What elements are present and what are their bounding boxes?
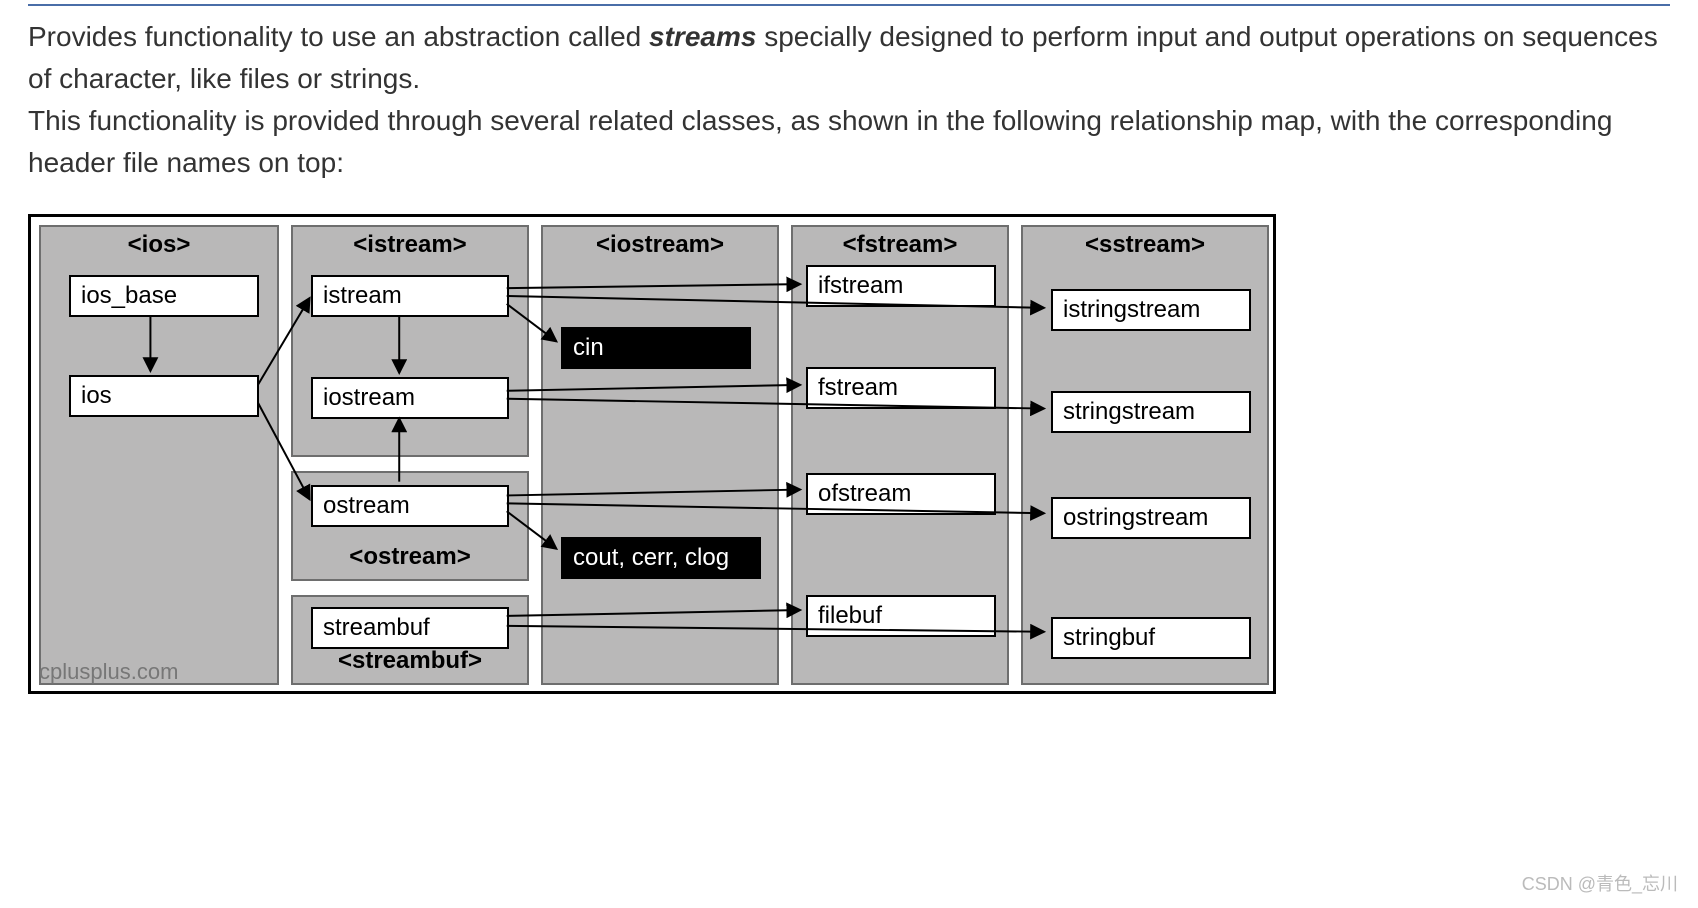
col-sstream-title: <sstream>	[1023, 227, 1267, 265]
top-rule	[28, 4, 1670, 6]
intro-paragraph-2: This functionality is provided through s…	[28, 100, 1670, 184]
col-istream: <istream>	[291, 225, 529, 457]
box-istream: istream	[311, 275, 509, 317]
watermark: cplusplus.com	[39, 659, 178, 685]
box-ofstream: ofstream	[806, 473, 996, 515]
col-iostream: <iostream>	[541, 225, 779, 685]
box-ostream: ostream	[311, 485, 509, 527]
intro-paragraph-1: Provides functionality to use an abstrac…	[28, 16, 1670, 100]
box-fstream-cls: fstream	[806, 367, 996, 409]
box-cin: cin	[561, 327, 751, 369]
col-iostream-title: <iostream>	[543, 227, 777, 265]
box-istringstream: istringstream	[1051, 289, 1251, 331]
col-istream-title: <istream>	[293, 227, 527, 265]
col-ostream-title: <ostream>	[293, 539, 527, 577]
page-root: Provides functionality to use an abstrac…	[0, 4, 1698, 908]
box-iostream-cls: iostream	[311, 377, 509, 419]
box-stringstream: stringstream	[1051, 391, 1251, 433]
box-ifstream: ifstream	[806, 265, 996, 307]
stream-diagram: <ios> <istream> <ostream> <streambuf> <i…	[28, 214, 1276, 694]
col-ios-title: <ios>	[41, 227, 277, 265]
box-streambuf: streambuf	[311, 607, 509, 649]
streams-emphasis: streams	[649, 21, 756, 52]
csdn-watermark: CSDN @青色_忘川	[1522, 870, 1678, 896]
box-cout: cout, cerr, clog	[561, 537, 761, 579]
box-ios: ios	[69, 375, 259, 417]
box-ostringstream: ostringstream	[1051, 497, 1251, 539]
intro-text-1a: Provides functionality to use an abstrac…	[28, 21, 649, 52]
col-fstream-title: <fstream>	[793, 227, 1007, 265]
box-stringbuf: stringbuf	[1051, 617, 1251, 659]
box-ios-base: ios_base	[69, 275, 259, 317]
box-filebuf: filebuf	[806, 595, 996, 637]
